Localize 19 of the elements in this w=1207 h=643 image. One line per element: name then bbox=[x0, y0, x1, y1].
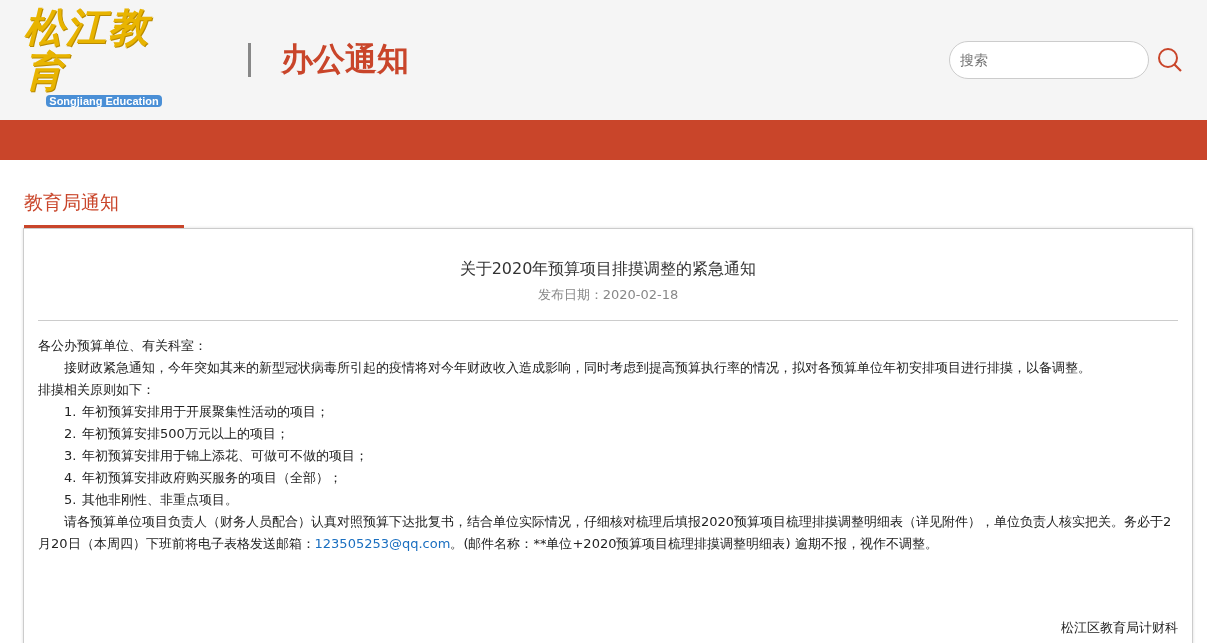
email-link[interactable]: 123505253@qq.com bbox=[314, 536, 451, 551]
publish-date: 发布日期：2020-02-18 bbox=[536, 286, 680, 304]
list-item: 1. 年初预算安排用于开展聚集性活动的项目； bbox=[63, 403, 330, 421]
paragraph: 接财政紧急通知，今年突如其来的新型冠状病毒所引起的疫情将对今年财政收入造成影响，同时考虑到提高预算执行率的情况，拟对各预算单位年初安排项目进行排摸，以备调整。 bbox=[63, 359, 1092, 377]
search-icon[interactable] bbox=[1157, 47, 1183, 73]
list-item: 3. 年初预算安排用于锦上添花、可做可不做的项目； bbox=[63, 447, 369, 465]
section-title: 办公通知 bbox=[281, 39, 409, 80]
list-item: 4. 年初预算安排政府购买服务的项目（全部）； bbox=[63, 469, 343, 487]
search-field[interactable]: 搜索 bbox=[949, 41, 1149, 79]
tab[interactable]: 教育局通知 bbox=[24, 190, 184, 228]
list-item: 2. 年初预算安排500万元以上的项目； bbox=[63, 425, 290, 443]
article-title: 关于2020年预算项目排摸调整的紧急通知 bbox=[458, 259, 758, 280]
logo-text: 松江教育 bbox=[24, 5, 153, 93]
list-item: 5. 其他非刚性、非重点项目。 bbox=[63, 491, 239, 509]
paragraph: 排摸相关原则如下： bbox=[38, 381, 156, 399]
logo-subtitle: Songjiang Education bbox=[46, 95, 162, 107]
paragraph: 请各预算单位项目负责人（财务人员配合）认真对照预算下达批复书，结合单位实际情况，仔细核对梳理后填报2020预算项目梳理排摸调整明细表（详见附件），单位负责人核实把关。务必于2月20日（本周四）下班前将电子表格发送邮箱：123505253@qq.com。(邮件名称：**单位+2020预算项目梳理排摸调整明细表) 逾期不报，视作不调整。 bbox=[38, 513, 1173, 553]
signature: 松江区教育局计财科 bbox=[1060, 619, 1178, 637]
greeting: 各公办预算单位、有关科室： bbox=[38, 337, 208, 355]
